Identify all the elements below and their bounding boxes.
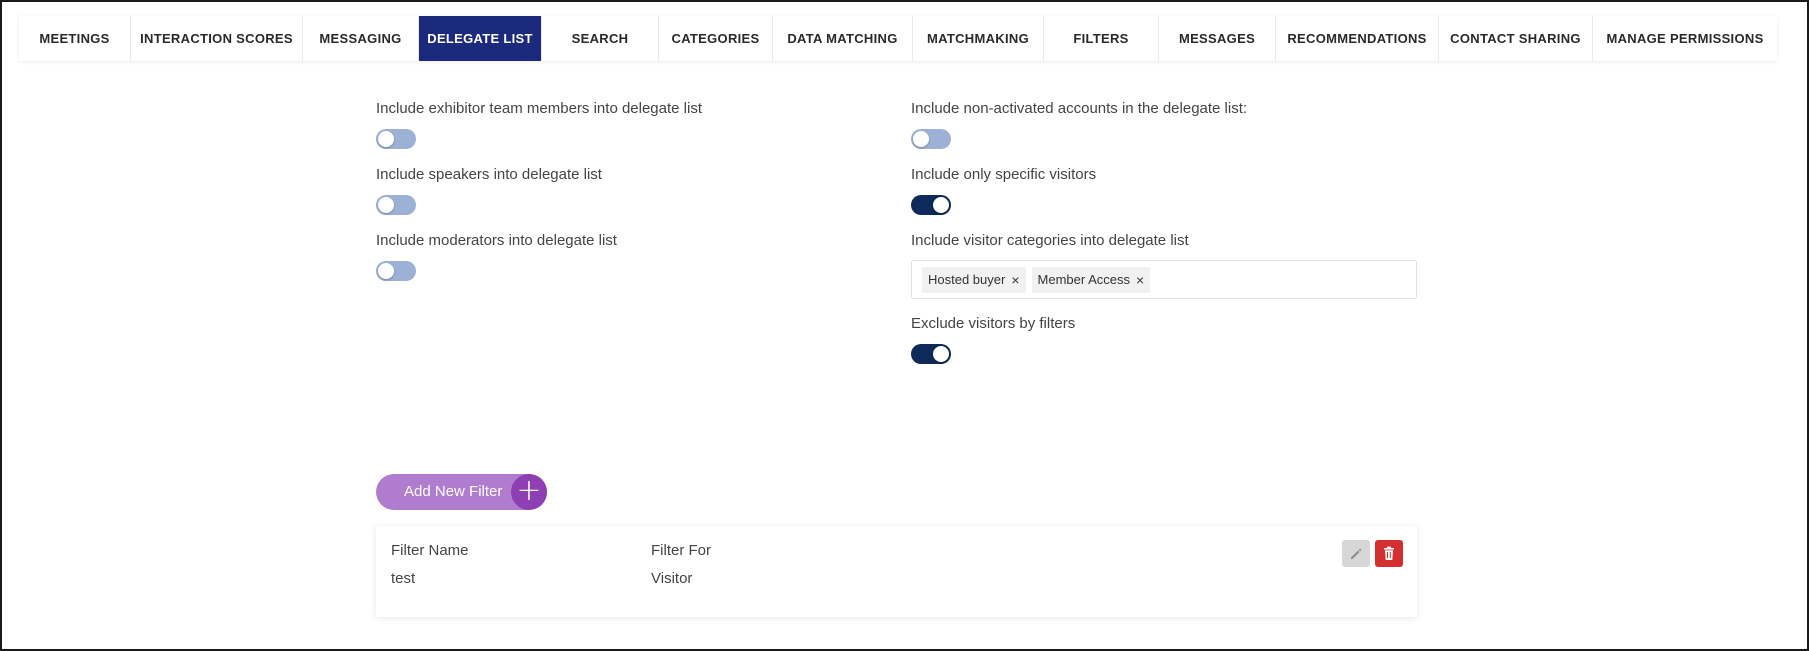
filter-row-for: Visitor — [651, 570, 693, 587]
tab-messaging[interactable]: MESSAGING — [303, 16, 419, 61]
tab-delegate-list[interactable]: DELEGATE LIST — [419, 16, 542, 61]
toggle-knob — [933, 197, 949, 213]
tab-meetings[interactable]: MEETINGS — [19, 16, 131, 61]
toggle-knob — [378, 263, 394, 279]
tab-categories[interactable]: CATEGORIES — [659, 16, 773, 61]
toggle-knob — [913, 131, 929, 147]
filter-name-header: Filter Name — [391, 542, 469, 559]
tab-filters[interactable]: FILTERS — [1044, 16, 1159, 61]
plus-icon: + — [511, 474, 547, 510]
trash-icon — [1384, 546, 1394, 560]
specific-visitors-setting-label: Include only specific visitors — [911, 166, 1097, 183]
chip-label: Hosted buyer — [928, 272, 1006, 287]
non-activated-setting-label: Include non-activated accounts in the de… — [911, 100, 1248, 117]
speakers-toggle[interactable] — [376, 195, 416, 215]
toggle-knob — [378, 131, 394, 147]
add-new-filter-button[interactable]: Add New Filter + — [376, 474, 547, 510]
filter-table-card: Filter Name Filter For test Visitor — [376, 526, 1417, 617]
tab-contact-sharing[interactable]: CONTACT SHARING — [1439, 16, 1593, 61]
tab-recommendations[interactable]: RECOMMENDATIONS — [1276, 16, 1439, 61]
chip-remove-icon[interactable]: × — [1136, 272, 1144, 288]
tab-search[interactable]: SEARCH — [542, 16, 659, 61]
visitor-categories-setting-label: Include visitor categories into delegate… — [911, 232, 1189, 249]
exhibitor-toggle[interactable] — [376, 129, 416, 149]
tab-matchmaking[interactable]: MATCHMAKING — [913, 16, 1044, 61]
exclude-filters-setting-label: Exclude visitors by filters — [911, 315, 1076, 332]
chip-label: Member Access — [1037, 272, 1130, 287]
delete-filter-button[interactable] — [1375, 540, 1403, 567]
edit-filter-button[interactable] — [1342, 540, 1370, 567]
category-chip-member-access: Member Access × — [1031, 266, 1151, 293]
toggle-knob — [378, 197, 394, 213]
tab-manage-permissions[interactable]: MANAGE PERMISSIONS — [1593, 16, 1777, 61]
visitor-categories-multiselect[interactable]: Hosted buyer × Member Access × — [911, 260, 1417, 299]
settings-tab-bar: MEETINGS INTERACTION SCORES MESSAGING DE… — [19, 16, 1777, 61]
non-activated-toggle[interactable] — [911, 129, 951, 149]
toggle-knob — [933, 346, 949, 362]
filter-for-header: Filter For — [651, 542, 711, 559]
moderators-setting-label: Include moderators into delegate list — [376, 232, 617, 249]
filter-row-name: test — [391, 570, 416, 587]
pencil-icon — [1351, 548, 1362, 559]
exclude-filters-toggle[interactable] — [911, 344, 951, 364]
add-new-filter-label: Add New Filter — [404, 483, 503, 500]
moderators-toggle[interactable] — [376, 261, 416, 281]
exhibitor-setting-label: Include exhibitor team members into dele… — [376, 100, 703, 117]
category-chip-hosted-buyer: Hosted buyer × — [922, 266, 1026, 293]
speakers-setting-label: Include speakers into delegate list — [376, 166, 602, 183]
tab-interaction-scores[interactable]: INTERACTION SCORES — [131, 16, 303, 61]
tab-messages[interactable]: MESSAGES — [1159, 16, 1276, 61]
chip-remove-icon[interactable]: × — [1011, 272, 1019, 288]
tab-data-matching[interactable]: DATA MATCHING — [773, 16, 913, 61]
specific-visitors-toggle[interactable] — [911, 195, 951, 215]
